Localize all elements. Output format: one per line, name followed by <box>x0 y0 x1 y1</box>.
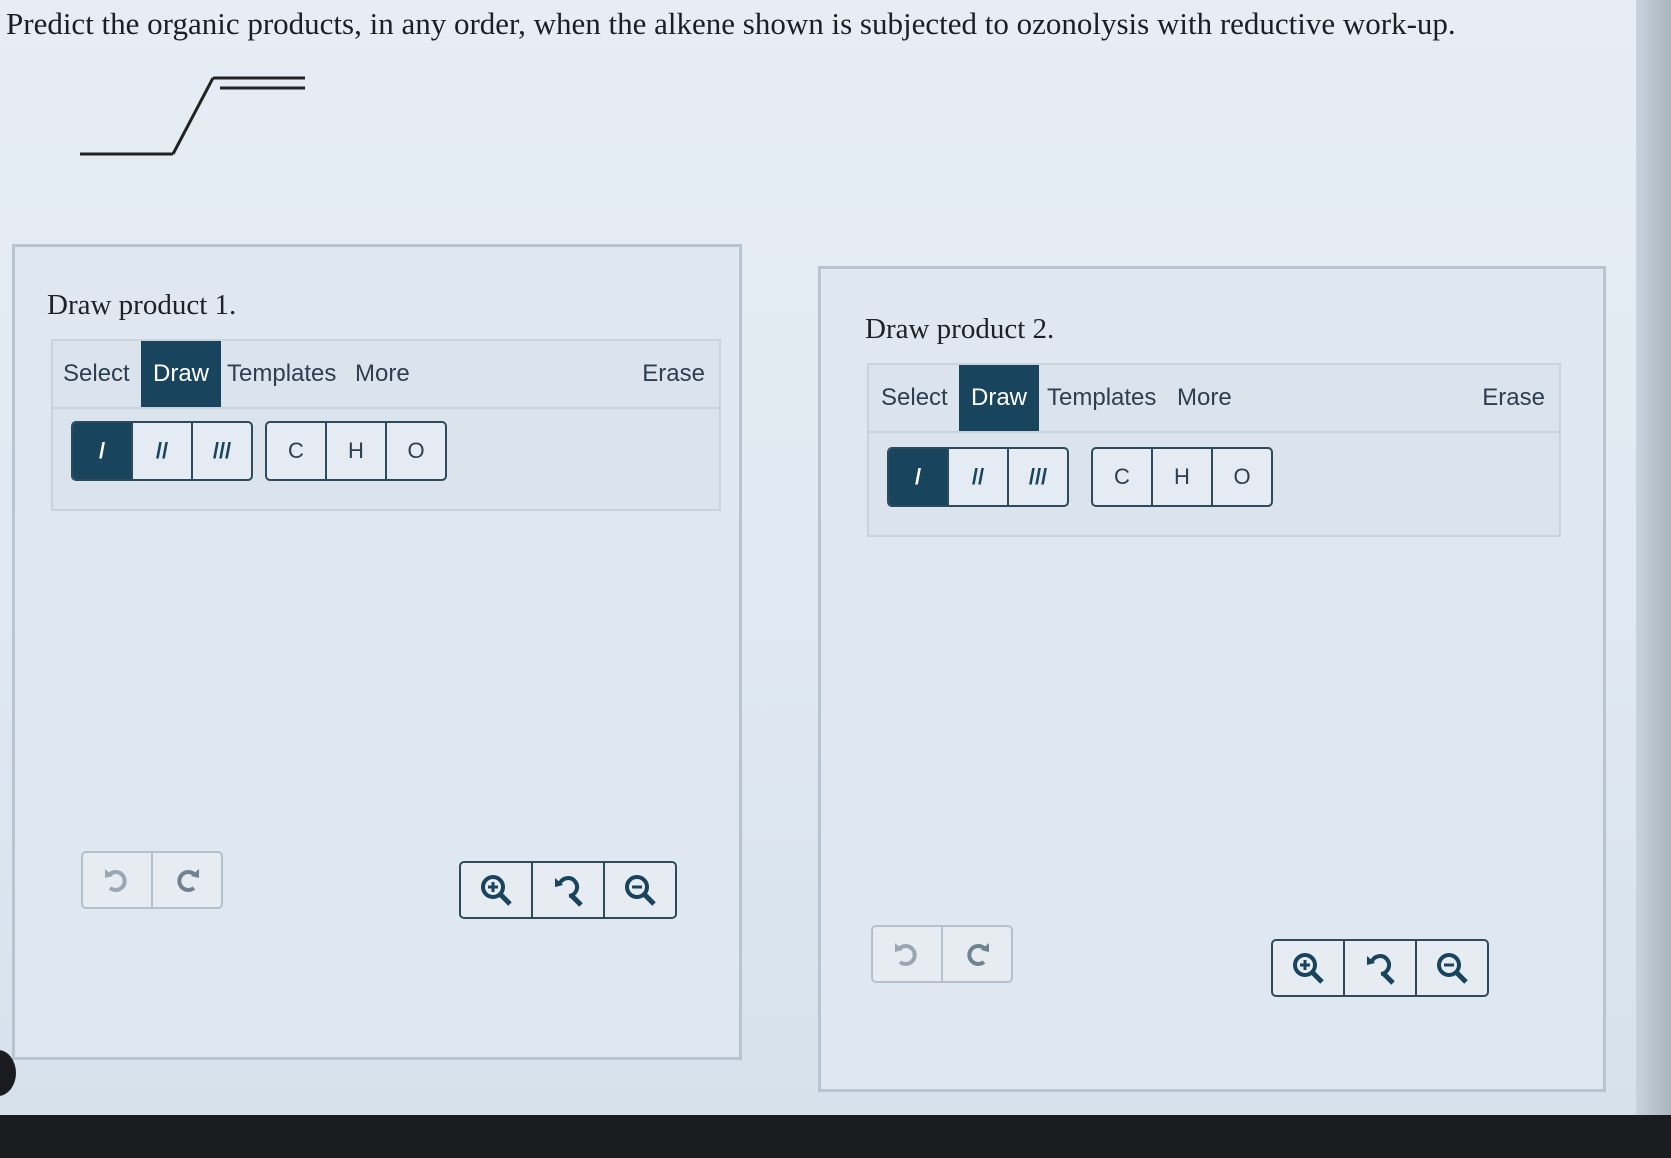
redo-icon[interactable] <box>153 853 221 907</box>
bond-tools: / // /// <box>71 421 253 481</box>
tab-row: Select Draw Templates More Erase <box>869 365 1559 433</box>
tab-templates[interactable]: Templates <box>1047 365 1156 431</box>
tab-select[interactable]: Select <box>63 341 130 407</box>
erase-button[interactable]: Erase <box>1482 365 1545 431</box>
bond-tools: / // /// <box>887 447 1069 507</box>
zoom-in-icon[interactable] <box>1273 941 1345 995</box>
atom-tools: C H O <box>265 421 447 481</box>
product-2-panel: Draw product 2. Select Draw Templates Mo… <box>818 266 1606 1092</box>
erase-button[interactable]: Erase <box>642 341 705 407</box>
double-bond-icon[interactable]: // <box>133 423 193 479</box>
zoom-reset-icon[interactable] <box>1345 941 1417 995</box>
zoom-out-icon[interactable] <box>1417 941 1487 995</box>
zoom-out-icon[interactable] <box>605 863 675 917</box>
tab-more[interactable]: More <box>355 341 410 407</box>
screen-edge <box>1636 0 1671 1158</box>
atom-carbon-button[interactable]: C <box>1093 449 1153 505</box>
history-controls <box>81 851 223 909</box>
atom-oxygen-button[interactable]: O <box>387 423 445 479</box>
panel-title: Draw product 1. <box>47 289 237 321</box>
alkene-structure <box>80 76 305 156</box>
product-1-panel: Draw product 1. Select Draw Templates Mo… <box>12 244 742 1060</box>
atom-carbon-button[interactable]: C <box>267 423 327 479</box>
panel-title: Draw product 2. <box>865 313 1055 345</box>
single-bond-icon[interactable]: / <box>889 449 949 505</box>
atom-oxygen-button[interactable]: O <box>1213 449 1271 505</box>
single-bond-icon[interactable]: / <box>73 423 133 479</box>
tab-row: Select Draw Templates More Erase <box>53 341 719 409</box>
atom-hydrogen-button[interactable]: H <box>327 423 387 479</box>
question-text: Predict the organic products, in any ord… <box>6 6 1456 41</box>
tab-more[interactable]: More <box>1177 365 1232 431</box>
history-controls <box>871 925 1013 983</box>
atom-tools: C H O <box>1091 447 1273 507</box>
atom-hydrogen-button[interactable]: H <box>1153 449 1213 505</box>
tab-templates[interactable]: Templates <box>227 341 336 407</box>
zoom-controls <box>459 861 677 919</box>
undo-icon[interactable] <box>873 927 943 981</box>
double-bond-icon[interactable]: // <box>949 449 1009 505</box>
sketcher-toolbar: Select Draw Templates More Erase / // //… <box>51 339 721 511</box>
triple-bond-icon[interactable]: /// <box>193 423 251 479</box>
tab-select[interactable]: Select <box>881 365 948 431</box>
sketcher-toolbar: Select Draw Templates More Erase / // //… <box>867 363 1561 537</box>
undo-icon[interactable] <box>83 853 153 907</box>
screen-bezel <box>0 1115 1671 1158</box>
triple-bond-icon[interactable]: /// <box>1009 449 1067 505</box>
zoom-controls <box>1271 939 1489 997</box>
zoom-reset-icon[interactable] <box>533 863 605 917</box>
zoom-in-icon[interactable] <box>461 863 533 917</box>
tab-draw[interactable]: Draw <box>959 365 1040 431</box>
redo-icon[interactable] <box>943 927 1011 981</box>
tab-draw[interactable]: Draw <box>141 341 222 407</box>
